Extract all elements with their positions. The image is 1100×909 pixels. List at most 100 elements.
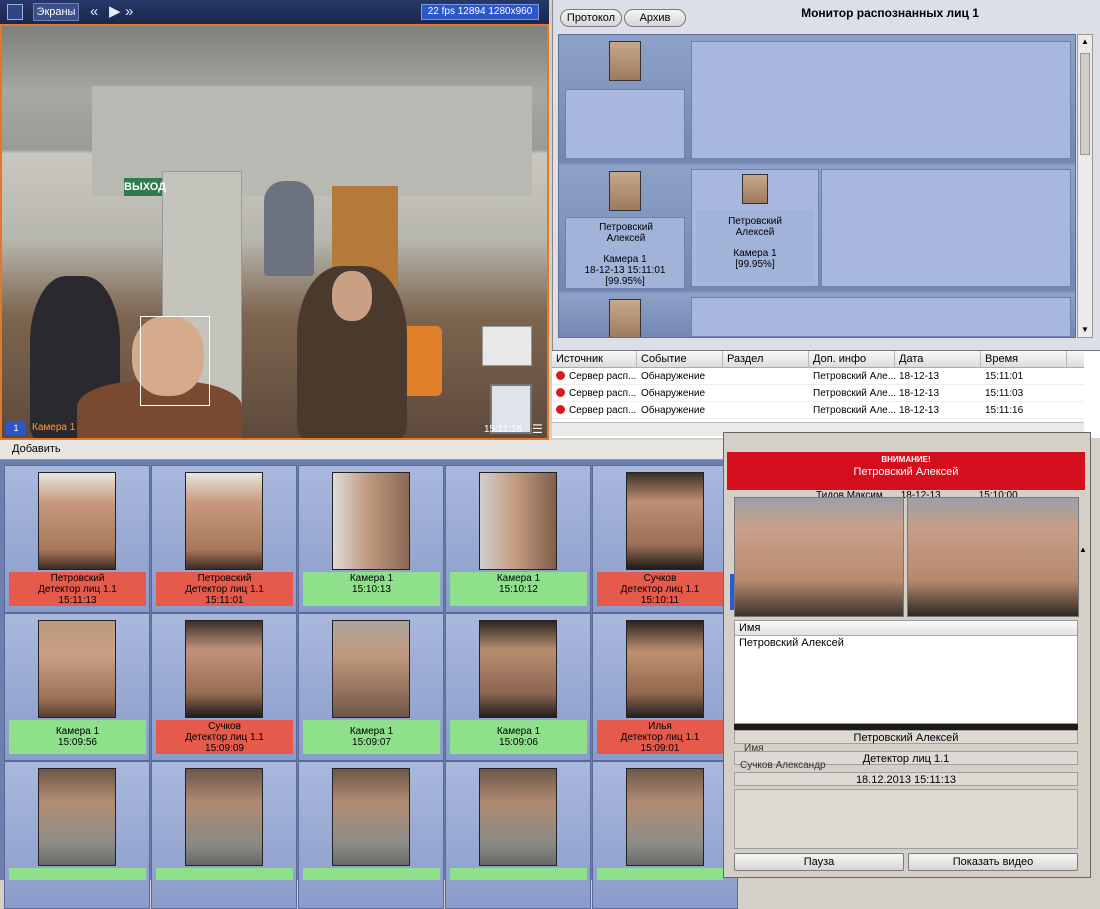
face-cell[interactable]: Петровский Детектор лиц 1.1 15:11:01 — [151, 465, 297, 613]
face-image — [479, 620, 557, 718]
match-datetime: 18-12-13 15:11:01 — [584, 265, 666, 276]
protocol-button[interactable]: Протокол — [560, 9, 622, 27]
menu-icon[interactable]: ☰ — [532, 422, 546, 436]
face-caption — [450, 868, 587, 880]
scroll-thumb[interactable] — [1080, 53, 1090, 155]
cell-time: 15:11:16 — [985, 405, 1024, 416]
face-cell[interactable] — [298, 761, 444, 909]
face-cell[interactable] — [445, 761, 591, 909]
face-image — [38, 768, 116, 866]
face-caption: Петровский Детектор лиц 1.1 15:11:13 — [9, 572, 146, 606]
video-panel: Экраны « ▶ » 22 fps 12894 1280x960 ВЫХОД… — [0, 0, 549, 440]
alert-banner: ВНИМАНИЕ! Петровский Алексей — [727, 452, 1085, 490]
scroll-up-icon[interactable]: ▲ — [1078, 35, 1092, 49]
video-timestamp: 15:11:16 — [484, 424, 523, 435]
cell-source: Сервер расп... — [556, 402, 637, 419]
face-image — [332, 768, 410, 866]
screen-toggle-button[interactable] — [7, 4, 23, 20]
face-cell[interactable] — [151, 761, 297, 909]
status-dot-icon — [556, 371, 565, 380]
face-cell[interactable] — [4, 761, 150, 909]
face-cell[interactable]: Петровский Детектор лиц 1.1 15:11:13 — [4, 465, 150, 613]
face-thumbnail[interactable] — [742, 174, 768, 204]
face-caption — [156, 868, 293, 880]
face-image — [38, 472, 116, 570]
face-cell[interactable]: Камера 1 15:10:13 — [298, 465, 444, 613]
match-strip: Петровский Алексей Камера 1 [99.95%] — [691, 169, 819, 287]
database-face-image[interactable] — [907, 497, 1079, 617]
datetime-label: 18.12.2013 15:11:13 — [734, 772, 1078, 786]
face-image — [38, 620, 116, 718]
screens-button[interactable]: Экраны — [33, 3, 79, 21]
face-caption — [597, 868, 723, 880]
column-section[interactable]: Раздел — [723, 351, 809, 368]
walking-face — [332, 271, 372, 321]
face-cell[interactable]: Камера 1 15:09:56 — [4, 613, 150, 761]
face-cell[interactable]: Илья Детектор лиц 1.1 15:09:01 — [592, 613, 738, 761]
column-time[interactable]: Время — [981, 351, 1067, 368]
camera-index-badge[interactable]: 1 — [6, 421, 26, 435]
show-video-button[interactable]: Показать видео — [908, 853, 1078, 871]
face-cell[interactable] — [592, 761, 738, 909]
cell-info: Петровский Але... — [813, 371, 897, 382]
fast-forward-icon[interactable]: » — [125, 2, 133, 22]
face-cell[interactable]: Камера 1 15:09:07 — [298, 613, 444, 761]
monitor-row: Петровский Алексей Камера 1 18-12-13 15:… — [559, 165, 1075, 291]
face-caption: Камера 1 15:09:06 — [450, 720, 587, 754]
match-name: Петровский Алексей — [599, 222, 653, 244]
face-caption — [303, 868, 440, 880]
cell-event: Обнаружение — [641, 405, 706, 416]
camera-label: Камера 1 — [32, 422, 76, 433]
face-caption: Илья Детектор лиц 1.1 15:09:01 — [597, 720, 723, 754]
cell-source: Сервер расп... — [556, 385, 637, 402]
match-card[interactable]: Петровский Алексей Камера 1 [99.95%] — [696, 210, 814, 282]
add-button[interactable]: Добавить — [12, 443, 61, 455]
face-cell[interactable]: Сучков Детектор лиц 1.1 15:10:11 — [592, 465, 738, 613]
hanging-coat — [264, 181, 314, 276]
face-detection-box — [140, 316, 210, 406]
face-image — [626, 472, 704, 570]
face-cell[interactable]: Сучков Детектор лиц 1.1 15:09:09 — [151, 613, 297, 761]
cell-event: Обнаружение — [641, 371, 706, 382]
face-cell[interactable]: Камера 1 15:10:12 — [445, 465, 591, 613]
camera-frame[interactable]: ВЫХОД — [0, 24, 549, 440]
face-image — [332, 472, 410, 570]
name-list-item[interactable]: Петровский Алексей — [735, 636, 1077, 651]
table-row[interactable]: Сервер расп... Обнаружение Петровский Ал… — [552, 385, 1084, 402]
match-card[interactable]: Петровский Алексей Камера 1 18-12-13 15:… — [565, 217, 685, 289]
recognized-faces-grid: Петровский Алексей Камера 1 18-12-13 15:… — [558, 34, 1076, 338]
name-list-header[interactable]: Имя — [735, 621, 1077, 636]
match-strip — [691, 297, 1071, 337]
match-score: [99.95%] — [605, 276, 645, 287]
monitor-scrollbar[interactable]: ▲ ▼ — [1077, 34, 1093, 338]
match-name: Петровский Алексей — [728, 216, 782, 238]
cell-date: 18-12-13 — [899, 371, 940, 382]
face-thumbnail[interactable] — [609, 171, 641, 211]
column-info[interactable]: Доп. инфо — [809, 351, 895, 368]
background-name: Сучков Александр — [740, 760, 826, 771]
face-image — [185, 620, 263, 718]
face-caption: Сучков Детектор лиц 1.1 15:09:09 — [156, 720, 293, 754]
detected-face-image[interactable] — [734, 497, 904, 617]
column-source[interactable]: Источник — [552, 351, 637, 368]
cell-info: Петровский Але... — [813, 405, 897, 416]
cell-date: 18-12-13 — [899, 388, 940, 399]
scroll-up-icon[interactable]: ▲ — [1079, 545, 1089, 557]
name-list[interactable]: Имя Петровский Алексей — [734, 620, 1078, 724]
face-cell[interactable]: Камера 1 15:09:06 — [445, 613, 591, 761]
archive-button[interactable]: Архив — [624, 9, 686, 27]
column-event[interactable]: Событие — [637, 351, 723, 368]
face-thumbnail[interactable] — [609, 299, 641, 337]
face-thumbnail[interactable] — [609, 41, 641, 81]
table-row[interactable]: Сервер расп... Обнаружение Петровский Ал… — [552, 368, 1084, 385]
face-image — [626, 620, 704, 718]
fps-indicator: 22 fps 12894 1280x960 — [421, 4, 539, 20]
rewind-icon[interactable]: « — [90, 2, 98, 22]
table-row[interactable]: Сервер расп... Обнаружение Петровский Ал… — [552, 402, 1084, 419]
match-score: [99.95%] — [735, 259, 775, 270]
pause-button[interactable]: Пауза — [734, 853, 904, 871]
play-icon[interactable]: ▶ — [109, 2, 121, 22]
column-date[interactable]: Дата — [895, 351, 981, 368]
exit-sign: ВЫХОД — [124, 178, 166, 196]
scroll-down-icon[interactable]: ▼ — [1078, 323, 1092, 337]
